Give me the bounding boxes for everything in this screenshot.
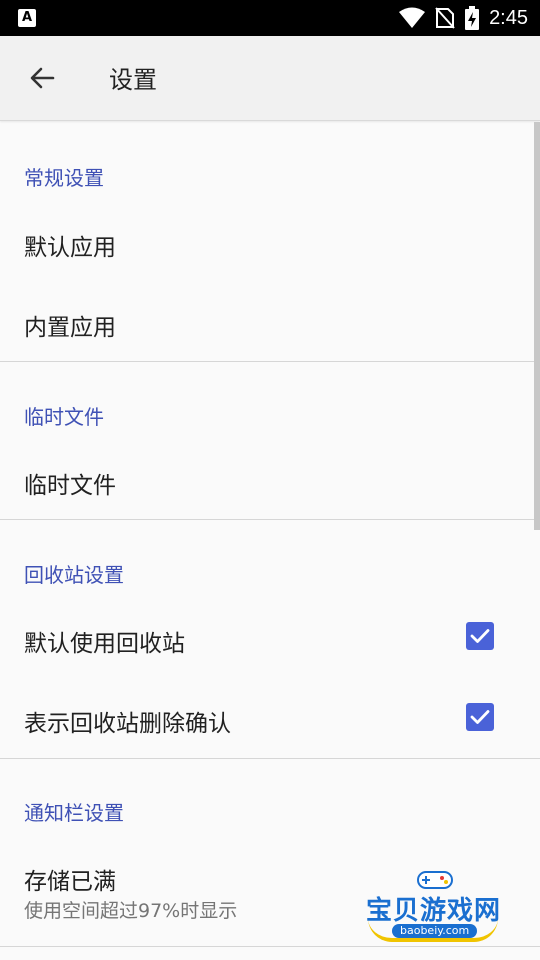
section-header-temp-files: 临时文件 xyxy=(24,405,104,429)
checkmark-icon xyxy=(470,710,490,724)
section-header-recycle-bin: 回收站设置 xyxy=(24,563,124,587)
checkmark-icon xyxy=(470,629,490,643)
setting-item-confirm-delete[interactable]: 表示回收站删除确认 xyxy=(0,678,540,758)
page-title: 设置 xyxy=(109,66,157,94)
setting-item-summary: 使用空间超过97%时显示 xyxy=(24,900,238,922)
notification-badge-letter: A xyxy=(21,10,33,25)
clock: 2:45 xyxy=(489,6,528,29)
gamepad-icon xyxy=(417,871,453,889)
watermark-text: 宝贝游戏网 xyxy=(366,896,502,926)
scrollbar[interactable] xyxy=(534,122,540,530)
notification-app-icon: A xyxy=(18,9,36,27)
section-divider xyxy=(0,758,540,759)
battery-charging-icon xyxy=(465,6,480,30)
arrow-left-icon xyxy=(30,67,55,89)
setting-item-use-recycle-bin[interactable]: 默认使用回收站 xyxy=(0,598,540,678)
use-recycle-bin-checkbox[interactable] xyxy=(466,622,494,650)
section-divider xyxy=(0,519,540,520)
wifi-icon xyxy=(399,7,426,28)
section-divider xyxy=(0,946,540,947)
section-header-general: 常规设置 xyxy=(24,166,104,190)
watermark-url: baobeiy.com xyxy=(392,924,478,938)
setting-item-default-apps[interactable]: 默认应用 xyxy=(0,202,540,282)
confirm-delete-checkbox[interactable] xyxy=(466,703,494,731)
no-sim-icon xyxy=(435,7,455,29)
setting-item-label: 内置应用 xyxy=(24,315,116,341)
setting-item-label: 默认应用 xyxy=(24,235,116,261)
settings-list: 常规设置 默认应用 内置应用 临时文件 临时文件 回收站设置 默认使用回收站 表… xyxy=(0,122,540,960)
setting-item-temp-files[interactable]: 临时文件 xyxy=(0,440,540,520)
status-bar: A 2:45 xyxy=(0,0,540,36)
status-icons: 2:45 xyxy=(399,0,528,36)
section-divider xyxy=(0,361,540,362)
setting-item-label: 存储已满 xyxy=(24,869,116,895)
app-bar: 设置 xyxy=(0,36,540,121)
setting-item-label: 临时文件 xyxy=(24,473,116,499)
setting-item-label: 表示回收站删除确认 xyxy=(24,711,231,737)
watermark-logo: 宝贝游戏网 baobeiy.com xyxy=(362,866,512,946)
section-header-notification: 通知栏设置 xyxy=(24,801,124,825)
setting-item-label: 默认使用回收站 xyxy=(24,631,185,657)
back-button[interactable] xyxy=(22,58,62,98)
setting-item-builtin-apps[interactable]: 内置应用 xyxy=(0,282,540,362)
